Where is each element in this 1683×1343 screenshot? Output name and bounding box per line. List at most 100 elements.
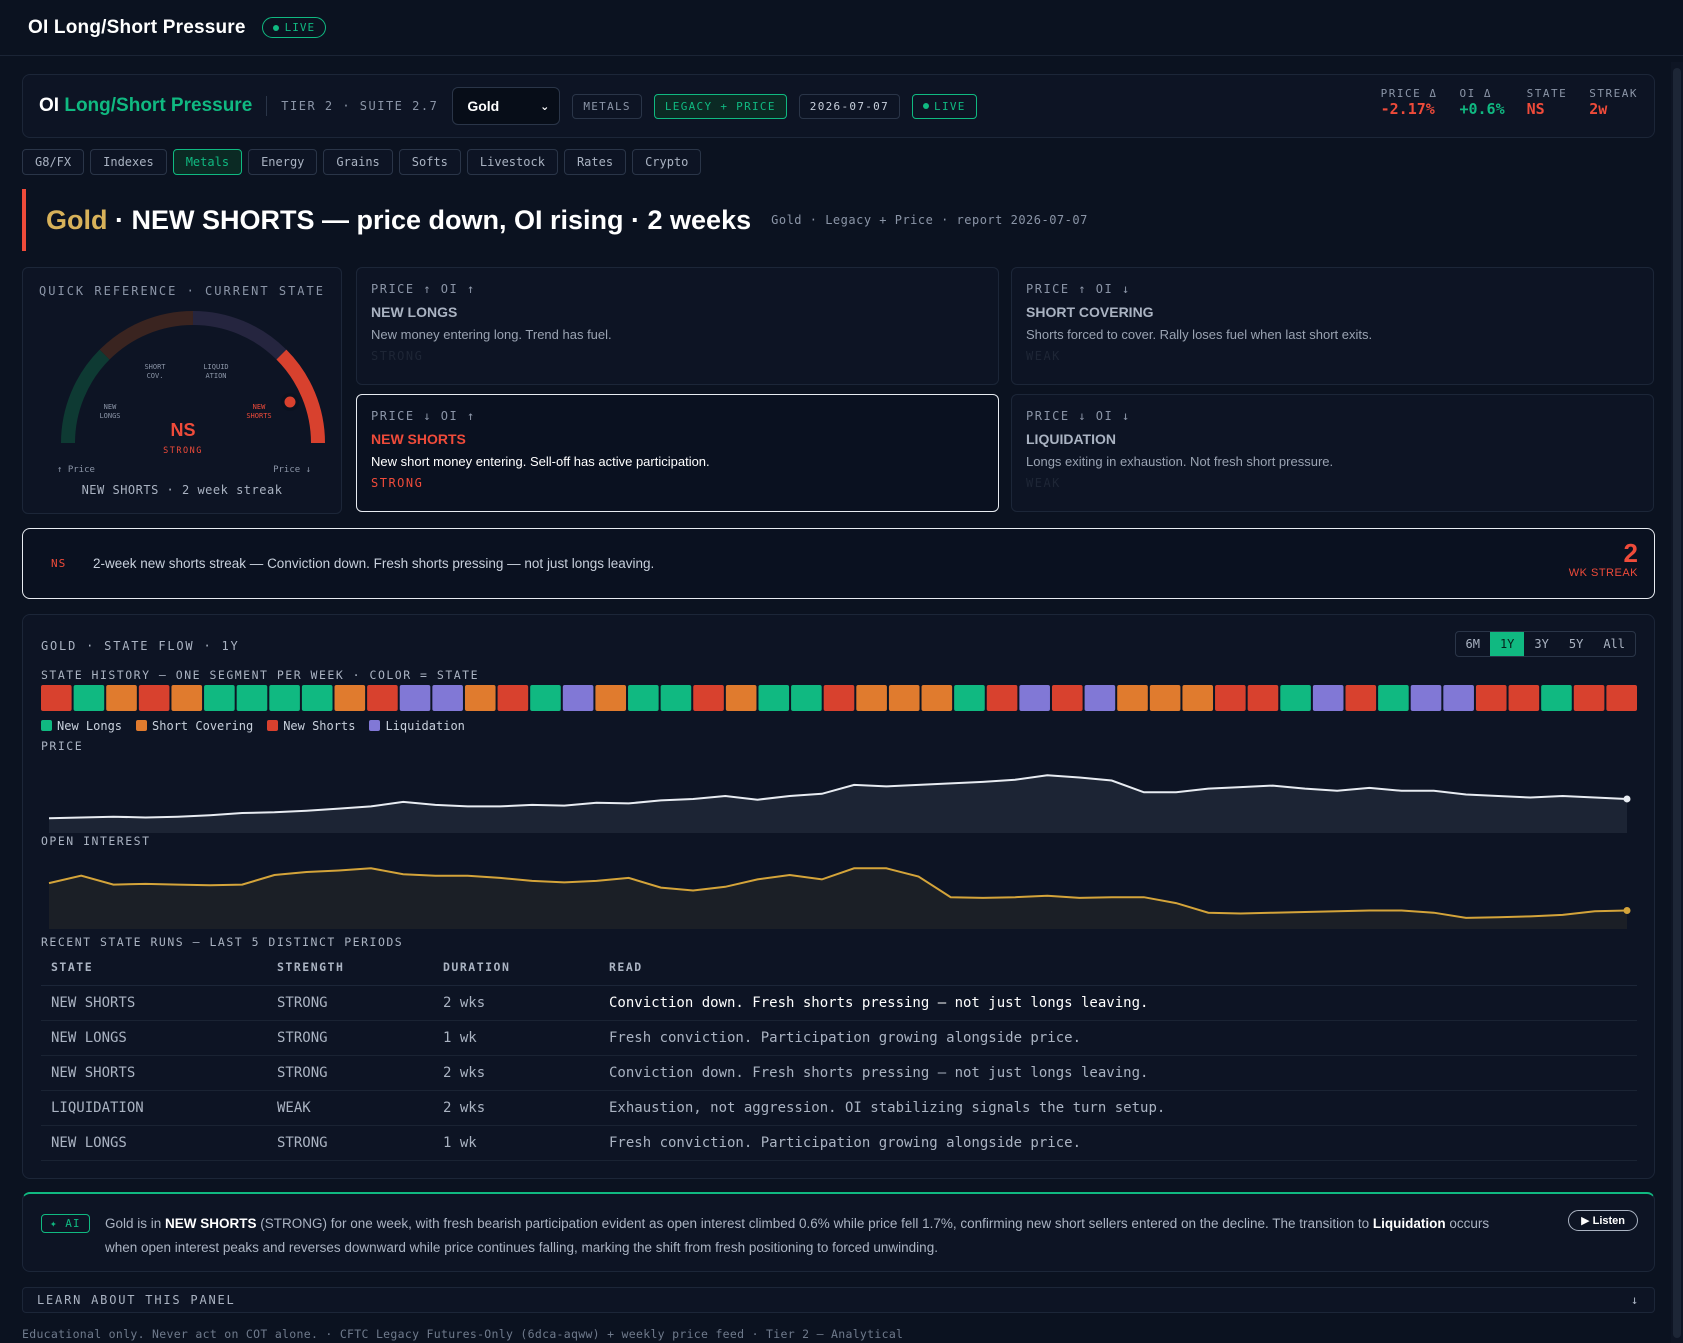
stat-streak: STREAK 2w — [1589, 87, 1638, 118]
history-segment — [628, 685, 659, 711]
history-segment — [1117, 685, 1148, 711]
history-segment — [1475, 685, 1507, 711]
state-headline: Gold · NEW SHORTS — price down, OI risin… — [22, 189, 1088, 251]
history-segment — [791, 685, 822, 711]
state-history-bar — [41, 685, 1637, 711]
history-segment — [921, 685, 953, 711]
range-all[interactable]: All — [1593, 632, 1635, 656]
streak-counter: 2 WK STREAK — [1568, 538, 1638, 579]
state-legend: New Longs Short Covering New Shorts Liqu… — [41, 719, 465, 733]
history-segment — [530, 685, 561, 711]
ai-summary: ✦ AI Gold is in NEW SHORTS (STRONG) for … — [22, 1192, 1655, 1272]
history-segment — [1215, 685, 1246, 711]
market-select[interactable]: Gold ⌄ — [452, 87, 561, 125]
history-segment — [725, 685, 757, 711]
tab-livestock[interactable]: Livestock — [466, 149, 558, 175]
history-segment — [986, 685, 1018, 711]
history-segment — [236, 685, 268, 711]
live-dot-icon — [272, 24, 279, 31]
live-chip: LIVE — [912, 93, 977, 119]
history-segment — [1280, 685, 1311, 711]
learn-panel-toggle[interactable]: LEARN ABOUT THIS PANEL ↓ — [22, 1287, 1655, 1313]
history-segment — [888, 685, 920, 711]
history-segment — [954, 685, 985, 711]
oi-chart — [48, 867, 1631, 929]
header-stats: PRICE Δ -2.17% OI Δ +0.6% STATE NS STREAK 2w — [1381, 87, 1638, 118]
history-segment — [1019, 685, 1050, 711]
table-row: NEW LONGS STRONG 1 wk Fresh conviction. Par… — [41, 1125, 1637, 1161]
date-chip: 2026-07-07 — [798, 93, 901, 119]
tab-g8fx[interactable]: G8/FX — [22, 149, 85, 175]
streak-code: NS — [51, 557, 67, 570]
gauge-label: LIQUID — [203, 363, 228, 371]
chart-area — [49, 775, 1627, 833]
range-1y[interactable]: 1Y — [1489, 632, 1525, 656]
headline-text: Gold · NEW SHORTS — price down, OI risin… — [46, 204, 752, 235]
range-5y[interactable]: 5Y — [1559, 632, 1593, 656]
history-segment — [367, 685, 398, 711]
legend-short-covering: Short Covering — [136, 719, 253, 733]
state-card-short-covering[interactable]: PRICE ↑ OI ↓ SHORT COVERING Shorts force… — [1011, 267, 1654, 385]
history-segment — [334, 685, 366, 711]
history-segment — [1410, 685, 1442, 711]
stat-oi-delta: OI Δ +0.6% — [1459, 87, 1505, 118]
tab-crypto[interactable]: Crypto — [632, 149, 702, 175]
chevron-down-icon: ↓ — [1630, 1293, 1640, 1307]
history-segment — [562, 685, 594, 711]
range-3y[interactable]: 3Y — [1524, 632, 1558, 656]
app-bar: OI Long/Short Pressure LIVE — [0, 0, 1683, 56]
divider — [266, 96, 268, 116]
history-segment — [138, 685, 170, 711]
panel-title: OI Long/Short Pressure — [39, 95, 253, 116]
history-segment — [856, 685, 887, 711]
history-segment — [1541, 685, 1572, 711]
svg-text:LONGS: LONGS — [99, 412, 120, 420]
gauge-current-strength: STRONG — [163, 446, 203, 456]
history-segment — [1508, 685, 1540, 711]
gauge-segment-short-covering — [99, 311, 194, 360]
history-segment — [1573, 685, 1605, 711]
scrollbar-thumb[interactable] — [1673, 68, 1681, 1338]
history-segment — [106, 685, 137, 711]
state-card-new-longs[interactable]: PRICE ↑ OI ↑ NEW LONGS New money enterin… — [356, 267, 999, 385]
table-row: LIQUIDATION WEAK 2 wks Exhaustion, not aggr… — [41, 1090, 1637, 1126]
history-segment — [301, 685, 333, 711]
history-segment — [432, 685, 463, 711]
chart-last-point — [1623, 907, 1631, 914]
history-segment — [693, 685, 724, 711]
state-card-new-shorts[interactable]: PRICE ↓ OI ↑ NEW SHORTS New short money … — [356, 394, 999, 512]
gauge-summary: NEW SHORTS · 2 week streak — [81, 483, 283, 497]
tab-grains[interactable]: Grains — [323, 149, 393, 175]
app-title: OI Long/Short Pressure — [28, 16, 246, 38]
headline-sub: Gold · Legacy + Price · report 2026-07-0… — [771, 213, 1088, 227]
legend-new-shorts: New Shorts — [267, 719, 355, 733]
gauge-left-axis: ↑ Price — [57, 465, 95, 475]
chevron-down-icon: ⌄ — [540, 100, 550, 113]
history-segment — [204, 685, 235, 711]
tab-metals[interactable]: Metals — [172, 149, 243, 175]
tier-label: TIER 2 · SUITE 2.7 — [281, 99, 439, 113]
gauge-right-axis: Price ↓ — [273, 465, 311, 475]
tab-rates[interactable]: Rates — [563, 149, 627, 175]
table-row: NEW SHORTS STRONG 2 wks Conviction down. Fr… — [41, 985, 1637, 1021]
report-chip: LEGACY + PRICE — [653, 93, 787, 119]
price-chart — [48, 774, 1631, 833]
tab-softs[interactable]: Softs — [398, 149, 461, 175]
tab-energy[interactable]: Energy — [248, 149, 318, 175]
history-segment — [1051, 685, 1083, 711]
history-segment — [269, 685, 300, 711]
history-segment — [1378, 685, 1409, 711]
svg-text:SHORTS: SHORTS — [246, 412, 271, 420]
gauge-needle-dot — [281, 393, 299, 411]
listen-button[interactable]: ▶ Listen — [1568, 1210, 1638, 1231]
state-card-liquidation[interactable]: PRICE ↓ OI ↓ LIQUIDATION Longs exiting i… — [1011, 394, 1654, 512]
history-label: STATE HISTORY — ONE SEGMENT PER WEEK · C… — [41, 668, 480, 682]
history-segment — [1084, 685, 1116, 711]
tab-indexes[interactable]: Indexes — [90, 149, 167, 175]
panel-header: OI Long/Short Pressure TIER 2 · SUITE 2.… — [22, 74, 1655, 138]
gauge-segment-liquidation — [192, 311, 287, 360]
ai-summary-text: Gold is in NEW SHORTS (STRONG) for one w… — [105, 1216, 1490, 1255]
range-6m[interactable]: 6M — [1456, 632, 1490, 656]
table-header-row: STATE STRENGTH DURATION READ — [41, 957, 1637, 986]
gauge-label: NEW — [253, 403, 266, 411]
